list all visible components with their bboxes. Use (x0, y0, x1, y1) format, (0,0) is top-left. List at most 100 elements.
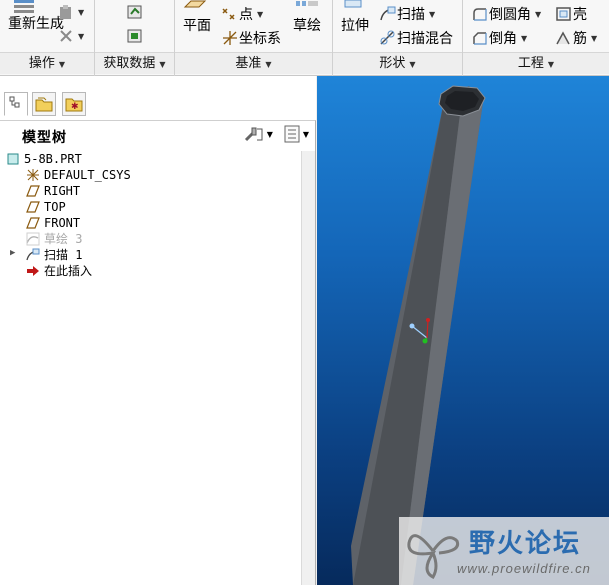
favorites-tab[interactable]: ✱ (62, 92, 86, 116)
paste-button[interactable]: ▼ (58, 4, 84, 20)
sweep-label: 扫描 (397, 7, 425, 23)
chamfer-button[interactable]: 倒角 ▼ (471, 28, 527, 48)
tree-item-label: FRONT (44, 216, 81, 230)
extrude-button[interactable]: 拉伸 (341, 15, 369, 35)
graphics-viewport[interactable]: 野火论坛 www.proewildfire.cn (317, 76, 609, 585)
tree-item-label: 草绘 3 (44, 232, 83, 246)
regenerate-button[interactable]: 重新生成 (8, 16, 64, 32)
plane-icon (183, 0, 207, 8)
sweep-icon (26, 248, 40, 262)
svg-text:✱: ✱ (71, 102, 79, 112)
round-icon (473, 8, 487, 21)
operations-group: 重新生成 ▼ ▼ 操作 ▼ (0, 0, 95, 76)
tree-item-label: 扫描 1 (44, 248, 83, 262)
rib-label: 筋 (573, 31, 587, 47)
publish-geometry-icon (127, 29, 142, 43)
extrude-icon (341, 0, 365, 8)
operations-group-label[interactable]: 操作 ▼ (0, 52, 94, 74)
tree-root-part[interactable]: 5-8B.PRT (6, 151, 82, 167)
folder-browser-tab[interactable] (32, 92, 56, 116)
csys-icon (26, 168, 40, 182)
tree-item-front[interactable]: FRONT (26, 215, 80, 231)
datum-plane-icon (26, 200, 40, 214)
model-geometry (351, 85, 486, 585)
tree-item-sketch-3[interactable]: 草绘 3 (26, 231, 82, 247)
get-data-group-label[interactable]: 获取数据 ▼ (95, 52, 174, 74)
folder-icon (35, 97, 53, 112)
tree-item-default-csys[interactable]: DEFAULT_CSYS (26, 167, 131, 183)
list-icon (284, 125, 300, 143)
rib-icon (556, 31, 570, 45)
favorites-icon: ✱ (65, 98, 83, 112)
chamfer-icon (473, 32, 487, 45)
tree-settings-button[interactable]: ▼ (243, 125, 273, 143)
tree-item-label: TOP (44, 200, 66, 214)
insert-arrow-icon (26, 264, 40, 278)
tree-item-right[interactable]: RIGHT (26, 183, 80, 199)
sketch-icon (292, 0, 322, 8)
get-data-group: 获取数据 ▼ (95, 0, 175, 76)
ribbon: 重新生成 ▼ ▼ 操作 ▼ 获取数据 ▼ 平面 点 ▼ 坐标系 草绘 基准 ▼ … (0, 0, 609, 76)
swept-blend-icon (380, 30, 395, 45)
paste-icon (60, 5, 71, 19)
plane-button[interactable]: 平面 (183, 15, 211, 35)
panel-tools: ▼ ▼ (243, 125, 309, 143)
chamfer-label: 倒角 (489, 31, 517, 47)
datum-group-label[interactable]: 基准 ▼ (175, 52, 332, 74)
datum-group: 平面 点 ▼ 坐标系 草绘 基准 ▼ (175, 0, 333, 76)
butterfly-logo-icon (407, 534, 460, 579)
csys-button[interactable]: 坐标系 (221, 28, 281, 48)
forum-watermark: 野火论坛 www.proewildfire.cn (399, 517, 609, 585)
model-tree-tab-icon (9, 96, 20, 108)
engineering-group: 倒圆角 ▼ 倒角 ▼ 壳 筋 ▼ 工程 ▼ (463, 0, 609, 76)
engineering-group-label[interactable]: 工程 ▼ (463, 52, 609, 74)
shell-icon (556, 7, 571, 21)
regenerate-label: 重新生成 (8, 16, 64, 32)
sketch-label: 草绘 (293, 18, 321, 34)
tree-columns-button[interactable]: ▼ (283, 125, 309, 143)
part-icon (6, 152, 20, 166)
watermark-url: www.proewildfire.cn (457, 561, 591, 576)
round-button[interactable]: 倒圆角 ▼ (471, 4, 541, 24)
navigator-tabs: ✱ (0, 76, 316, 120)
point-icon (222, 8, 235, 20)
tree-item-label: 5-8B.PRT (24, 152, 82, 166)
shapes-group-label[interactable]: 形状 ▼ (333, 52, 462, 74)
csys-label: 坐标系 (239, 31, 281, 47)
csys-icon (223, 31, 237, 45)
panel-title: 模型树 (22, 130, 67, 146)
datum-plane-icon (26, 216, 40, 230)
sweep-icon (380, 6, 396, 21)
copy-geometry-button[interactable] (126, 4, 144, 20)
delete-icon (60, 30, 72, 42)
point-label: 点 (239, 7, 253, 23)
model-tree-panel: 模型树 ▼ ▼ 5-8B.PRT DEFAULT_CSYS RIGHT TOP (0, 120, 316, 585)
sketch-icon (26, 232, 40, 246)
tree-item-label: 在此插入 (44, 264, 93, 278)
sweep-button[interactable]: 扫描 ▼ (379, 4, 435, 24)
shell-button[interactable]: 壳 (555, 4, 587, 24)
delete-button[interactable]: ▼ (58, 28, 84, 44)
plane-label: 平面 (183, 18, 211, 34)
tree-item-label: DEFAULT_CSYS (44, 168, 131, 182)
point-button[interactable]: 点 ▼ (221, 4, 263, 24)
expand-arrow-icon[interactable]: ▶ (10, 248, 15, 258)
copy-geometry-icon (127, 5, 142, 19)
swept-blend-button[interactable]: 扫描混合 (379, 28, 453, 48)
tree-item-label: RIGHT (44, 184, 81, 198)
shapes-group: 拉伸 扫描 ▼ 扫描混合 形状 ▼ (333, 0, 463, 76)
tools-icon (244, 127, 263, 142)
tree-item-insert-here[interactable]: 在此插入 (26, 263, 92, 279)
model-tree-tab[interactable] (4, 92, 28, 116)
rib-button[interactable]: 筋 ▼ (555, 28, 597, 48)
datum-plane-icon (26, 184, 40, 198)
regenerate-icon (6, 0, 42, 14)
tree-scrollbar[interactable] (301, 151, 315, 585)
round-label: 倒圆角 (489, 7, 531, 23)
sketch-button[interactable]: 草绘 (293, 15, 321, 35)
tree-item-sweep-1[interactable]: 扫描 1 (26, 247, 82, 263)
swept-blend-label: 扫描混合 (397, 31, 453, 47)
shell-label: 壳 (573, 7, 587, 23)
publish-geometry-button[interactable] (126, 28, 144, 44)
tree-item-top[interactable]: TOP (26, 199, 66, 215)
